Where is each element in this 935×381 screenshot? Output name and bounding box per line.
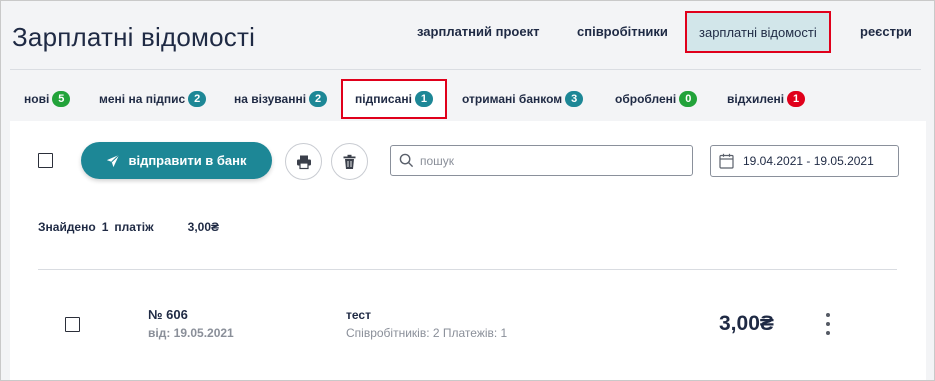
page-header: Зарплатні відомості зарплатний проект сп…: [2, 2, 934, 70]
calendar-icon: [719, 153, 734, 169]
tab-count-badge: 2: [188, 91, 207, 107]
tab-to-sign[interactable]: мені на підпис 2: [99, 91, 207, 107]
tab-received-by-bank[interactable]: отримані банком 3: [462, 91, 584, 107]
statement-meta: Співробітників: 2 Платежів: 1: [346, 326, 508, 340]
header-divider: [10, 69, 921, 70]
print-button[interactable]: [285, 143, 322, 180]
status-tabs: нові 5 мені на підпис 2 на візуванні 2 п…: [1, 79, 934, 121]
top-navigation: зарплатний проект співробітники зарплатн…: [2, 2, 934, 70]
nav-salary-project[interactable]: зарплатний проект: [417, 24, 539, 39]
paper-plane-icon: [107, 153, 120, 167]
tab-label: на візуванні: [234, 92, 307, 106]
search-input[interactable]: [420, 153, 670, 168]
search-box[interactable]: [390, 145, 693, 176]
tab-label: оброблені: [615, 92, 677, 106]
found-total: 3,00₴: [187, 220, 219, 234]
tab-count-badge: 1: [787, 91, 806, 107]
date-range-value: 19.04.2021 - 19.05.2021: [743, 154, 874, 168]
nav-payroll-statements[interactable]: зарплатні відомості: [685, 11, 831, 53]
more-options-icon[interactable]: [822, 313, 834, 335]
tab-signed[interactable]: підписані 1: [341, 79, 447, 119]
trash-icon: [343, 154, 356, 169]
tab-count-badge: 1: [414, 91, 433, 107]
found-unit: платіж: [114, 220, 154, 234]
found-count: 1: [101, 220, 109, 234]
tab-processed[interactable]: оброблені 0: [615, 91, 698, 107]
date-range-picker[interactable]: 19.04.2021 - 19.05.2021: [710, 145, 899, 177]
tab-count-badge: 3: [565, 91, 584, 107]
nav-registers[interactable]: реєстри: [860, 24, 912, 39]
tab-label: отримані банком: [462, 92, 563, 106]
search-icon: [399, 153, 414, 168]
statement-number[interactable]: № 606: [148, 307, 188, 322]
delete-button[interactable]: [331, 143, 368, 180]
nav-employees[interactable]: співробітники: [577, 24, 668, 39]
send-to-bank-button[interactable]: відправити в банк: [81, 142, 272, 179]
select-all-checkbox[interactable]: [38, 153, 53, 168]
tab-label: підписані: [355, 92, 412, 106]
tab-label: мені на підпис: [99, 92, 186, 106]
tab-new[interactable]: нові 5: [24, 91, 71, 107]
statement-amount: 3,00₴: [719, 312, 774, 335]
tab-count-badge: 5: [52, 91, 71, 107]
app-frame: Зарплатні відомості зарплатний проект сп…: [0, 0, 935, 381]
results-summary: Знайдено 1 платіж 3,00₴: [38, 220, 219, 234]
tab-label: нові: [24, 92, 50, 106]
send-to-bank-label: відправити в банк: [128, 153, 247, 168]
tab-count-badge: 2: [309, 91, 328, 107]
tab-count-badge: 0: [679, 91, 698, 107]
statement-date: від: 19.05.2021: [148, 326, 234, 340]
tab-label: відхилені: [727, 92, 785, 106]
tab-on-approval[interactable]: на візуванні 2: [234, 91, 328, 107]
tab-rejected[interactable]: відхилені 1: [727, 91, 806, 107]
printer-icon: [296, 155, 311, 169]
row-checkbox[interactable]: [65, 317, 80, 332]
list-divider: [38, 269, 897, 270]
found-label: Знайдено: [38, 220, 96, 234]
content-panel: відправити в банк пошук 19.04.2021 - 19.…: [10, 121, 926, 380]
statement-name: тест: [346, 308, 371, 322]
